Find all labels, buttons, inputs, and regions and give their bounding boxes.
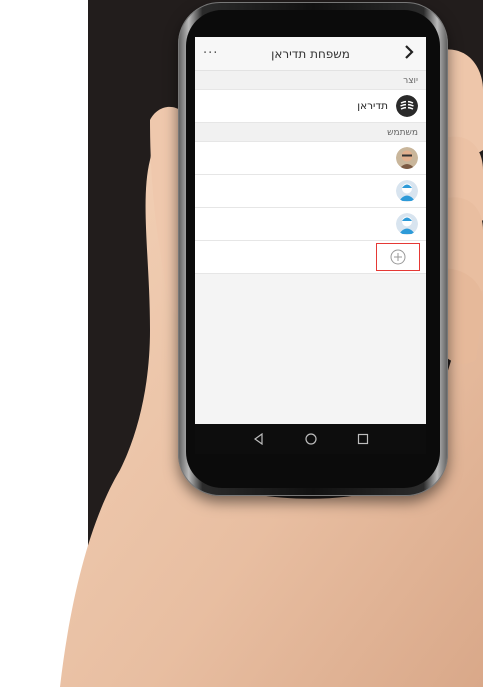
app-screen: משפחת תדיראן ··· יוצר תדיראן משתמש: [195, 37, 426, 424]
member-name: תדיראן: [357, 100, 388, 112]
add-member-button[interactable]: [376, 243, 420, 271]
more-options-icon[interactable]: ···: [203, 46, 218, 61]
home-circle-icon[interactable]: [300, 428, 322, 450]
chevron-right-icon[interactable]: [400, 43, 418, 64]
list-item[interactable]: תדיראן: [195, 89, 426, 123]
page-title: משפחת תדיראן: [271, 46, 350, 61]
plus-circle-icon: [390, 249, 406, 265]
recents-square-icon[interactable]: [352, 428, 374, 450]
back-triangle-icon[interactable]: [248, 428, 270, 450]
add-member-row: [195, 241, 426, 274]
top-bar: משפחת תדיראן ···: [195, 37, 426, 71]
tadiran-logo-icon: [396, 95, 418, 117]
section-label-users: משתמש: [195, 123, 426, 141]
list-item[interactable]: [195, 141, 426, 175]
default-avatar-icon: [396, 213, 418, 235]
list-item[interactable]: [195, 175, 426, 208]
system-nav-bar: [195, 424, 426, 454]
list-item[interactable]: [195, 208, 426, 241]
default-avatar-icon: [396, 180, 418, 202]
section-label-creator: יוצר: [195, 71, 426, 89]
photo-avatar-icon: [396, 147, 418, 169]
